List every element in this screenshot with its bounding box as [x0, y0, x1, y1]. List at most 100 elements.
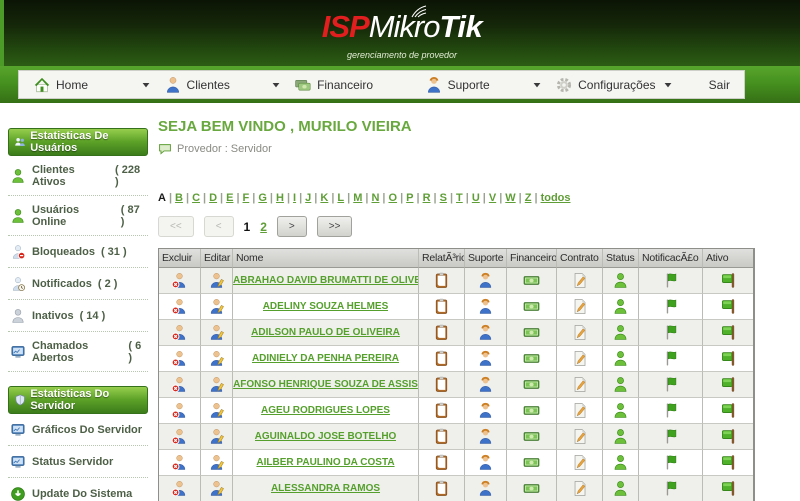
active-marker-icon[interactable]: [720, 428, 737, 445]
contract-icon[interactable]: [571, 454, 588, 471]
alphabet-letter-link[interactable]: O: [389, 192, 398, 204]
status-user-icon[interactable]: [612, 428, 629, 445]
contract-icon[interactable]: [571, 324, 588, 341]
alphabet-letter-link[interactable]: M: [353, 192, 362, 204]
active-marker-icon[interactable]: [720, 272, 737, 289]
active-marker-icon[interactable]: [720, 298, 737, 315]
edit-user-icon[interactable]: [208, 480, 225, 497]
support-icon[interactable]: [477, 480, 494, 497]
client-name-link[interactable]: ADELINY SOUZA HELMES: [263, 301, 389, 312]
chevron-down-icon[interactable]: [664, 81, 672, 89]
alphabet-letter-link[interactable]: W: [505, 192, 515, 204]
status-user-icon[interactable]: [612, 454, 629, 471]
alphabet-letter-link[interactable]: C: [192, 192, 200, 204]
status-user-icon[interactable]: [612, 350, 629, 367]
support-icon[interactable]: [477, 350, 494, 367]
support-icon[interactable]: [477, 376, 494, 393]
delete-user-icon[interactable]: [171, 402, 188, 419]
contract-icon[interactable]: [571, 350, 588, 367]
report-icon[interactable]: [433, 298, 450, 315]
report-icon[interactable]: [433, 428, 450, 445]
alphabet-letter-link[interactable]: J: [305, 192, 311, 204]
alphabet-all-link[interactable]: todos: [541, 192, 571, 204]
chevron-down-icon[interactable]: [272, 81, 280, 89]
next-page-button[interactable]: >: [276, 216, 307, 237]
sidebar-item-status-servidor[interactable]: Status Servidor: [8, 446, 148, 478]
client-name-link[interactable]: AFONSO HENRIQUE SOUZA DE ASSIS: [233, 379, 418, 390]
client-name-link[interactable]: ABRAHAO DAVID BRUMATTI DE OLIVEIRA: [233, 275, 418, 286]
support-icon[interactable]: [477, 428, 494, 445]
contract-icon[interactable]: [571, 402, 588, 419]
edit-user-icon[interactable]: [208, 454, 225, 471]
contract-icon[interactable]: [571, 428, 588, 445]
chevron-down-icon[interactable]: [533, 81, 541, 89]
sidebar-item-clientes-ativos[interactable]: Clientes Ativos ( 228 ): [8, 156, 148, 196]
nav-item-home[interactable]: Home: [33, 76, 88, 94]
banknote-icon[interactable]: [523, 272, 540, 289]
alphabet-letter-link[interactable]: E: [226, 192, 233, 204]
flag-icon[interactable]: [662, 376, 679, 393]
banknote-icon[interactable]: [523, 350, 540, 367]
alphabet-letter-link[interactable]: S: [440, 192, 447, 204]
client-name-link[interactable]: ALESSANDRA RAMOS: [271, 483, 380, 494]
delete-user-icon[interactable]: [171, 428, 188, 445]
status-user-icon[interactable]: [612, 480, 629, 497]
report-icon[interactable]: [433, 402, 450, 419]
nav-item-financeiro[interactable]: Financeiro: [294, 76, 373, 94]
status-user-icon[interactable]: [612, 376, 629, 393]
alphabet-letter-link[interactable]: B: [175, 192, 183, 204]
alphabet-letter-link[interactable]: P: [406, 192, 413, 204]
flag-icon[interactable]: [662, 350, 679, 367]
edit-user-icon[interactable]: [208, 324, 225, 341]
alphabet-letter-link[interactable]: D: [209, 192, 217, 204]
sidebar-item-usuarios-online[interactable]: Usuários Online ( 87 ): [8, 196, 148, 236]
delete-user-icon[interactable]: [171, 350, 188, 367]
active-marker-icon[interactable]: [720, 376, 737, 393]
sidebar-item-notificados[interactable]: Notificados ( 2 ): [8, 268, 148, 300]
client-name-link[interactable]: AILBER PAULINO DA COSTA: [256, 457, 394, 468]
flag-icon[interactable]: [662, 428, 679, 445]
sidebar-item-update-sistema[interactable]: Update Do Sistema: [8, 478, 148, 501]
contract-icon[interactable]: [571, 298, 588, 315]
active-marker-icon[interactable]: [720, 480, 737, 497]
contract-icon[interactable]: [571, 272, 588, 289]
banknote-icon[interactable]: [523, 402, 540, 419]
page-link[interactable]: 2: [260, 220, 267, 234]
flag-icon[interactable]: [662, 480, 679, 497]
delete-user-icon[interactable]: [171, 376, 188, 393]
delete-user-icon[interactable]: [171, 272, 188, 289]
alphabet-letter-link[interactable]: K: [320, 192, 328, 204]
banknote-icon[interactable]: [523, 376, 540, 393]
chevron-down-icon[interactable]: [142, 81, 150, 89]
report-icon[interactable]: [433, 324, 450, 341]
alphabet-letter-link[interactable]: N: [371, 192, 379, 204]
prev-page-button[interactable]: <: [203, 216, 234, 237]
status-user-icon[interactable]: [612, 272, 629, 289]
sidebar-item-chamados-abertos[interactable]: Chamados Abertos ( 6 ): [8, 332, 148, 372]
client-name-link[interactable]: AGUINALDO JOSE BOTELHO: [255, 431, 397, 442]
report-icon[interactable]: [433, 350, 450, 367]
active-marker-icon[interactable]: [720, 454, 737, 471]
client-name-link[interactable]: ADINIELY DA PENHA PEREIRA: [252, 353, 399, 364]
status-user-icon[interactable]: [612, 324, 629, 341]
edit-user-icon[interactable]: [208, 402, 225, 419]
nav-item-sair[interactable]: Sair: [686, 76, 730, 94]
alphabet-letter-link[interactable]: T: [456, 192, 463, 204]
edit-user-icon[interactable]: [208, 272, 225, 289]
banknote-icon[interactable]: [523, 428, 540, 445]
edit-user-icon[interactable]: [208, 350, 225, 367]
flag-icon[interactable]: [662, 324, 679, 341]
delete-user-icon[interactable]: [171, 480, 188, 497]
support-icon[interactable]: [477, 324, 494, 341]
active-marker-icon[interactable]: [720, 402, 737, 419]
report-icon[interactable]: [433, 376, 450, 393]
alphabet-letter-link[interactable]: V: [489, 192, 496, 204]
client-name-link[interactable]: ADILSON PAULO DE OLIVEIRA: [251, 327, 400, 338]
delete-user-icon[interactable]: [171, 454, 188, 471]
report-icon[interactable]: [433, 480, 450, 497]
flag-icon[interactable]: [662, 454, 679, 471]
delete-user-icon[interactable]: [171, 298, 188, 315]
edit-user-icon[interactable]: [208, 298, 225, 315]
flag-icon[interactable]: [662, 272, 679, 289]
alphabet-letter-link[interactable]: G: [258, 192, 267, 204]
